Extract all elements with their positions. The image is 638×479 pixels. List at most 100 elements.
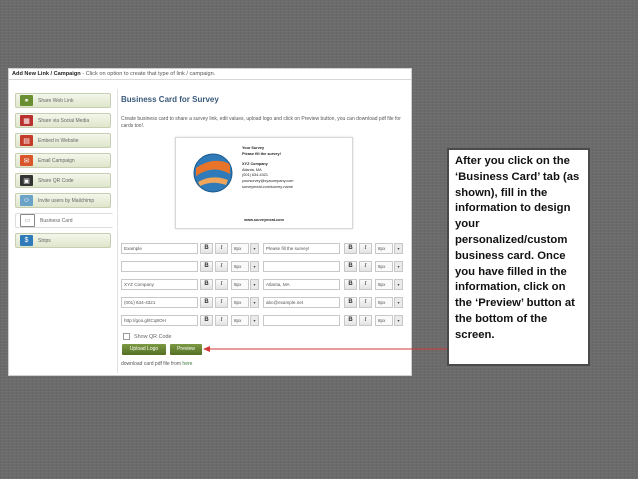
font-size-select[interactable]: 8px (375, 261, 393, 272)
sidebar-item-strips[interactable]: $ Strips (15, 233, 111, 248)
font-size-select[interactable]: 8px (375, 315, 393, 326)
download-pdf-text: download card pdf file from here (121, 361, 192, 367)
italic-button[interactable]: I (215, 261, 228, 272)
page-header: Add New Link / Campaign - Click on optio… (12, 71, 408, 77)
address-field[interactable]: Atlanta, MA (263, 279, 340, 290)
italic-button[interactable]: I (359, 297, 372, 308)
left-field-1[interactable]: Example (121, 243, 198, 254)
field-row: XYZ Company B I 8px ▾ Atlanta, MA B I 8p… (121, 279, 411, 290)
italic-button[interactable]: I (215, 315, 228, 326)
italic-button[interactable]: I (215, 297, 228, 308)
chevron-down-icon[interactable]: ▾ (394, 297, 403, 308)
sidebar-item-email-campaign[interactable]: ✉ Email Campaign (15, 153, 111, 168)
field-row: B I 8px ▾ B I 8px ▾ (121, 261, 411, 272)
mailchimp-icon: ☺ (20, 195, 33, 206)
section-title: Business Card for Survey (121, 95, 219, 104)
preview-button[interactable]: Preview (170, 344, 202, 355)
bold-button[interactable]: B (200, 243, 213, 254)
bold-button[interactable]: B (200, 297, 213, 308)
bold-button[interactable]: B (200, 315, 213, 326)
font-size-select[interactable]: 8px (375, 297, 393, 308)
sidebar-item-embed-website[interactable]: ▤ Embed in Website (15, 133, 111, 148)
card-survey-link: surveymeat.com/survey-name (242, 184, 293, 189)
survey-link-field[interactable]: http://goo.gl/tCq8OH (121, 315, 198, 326)
chevron-down-icon[interactable]: ▾ (394, 315, 403, 326)
italic-button[interactable]: I (215, 243, 228, 254)
italic-button[interactable]: I (359, 261, 372, 272)
font-size-select[interactable]: 8px (231, 315, 249, 326)
page-title: Add New Link / Campaign (12, 71, 81, 77)
social-media-icon: ▦ (20, 115, 33, 126)
chevron-down-icon[interactable]: ▾ (250, 315, 259, 326)
sidebar-item-label: Business Card (40, 217, 73, 224)
sidebar-item-share-web-link[interactable]: ⚭ Share Web Link (15, 93, 111, 108)
dollar-icon: $ (20, 235, 33, 246)
card-details: Your Survey Please fill the survey! XYZ … (242, 146, 293, 190)
right-field-1[interactable]: Please fill the survey! (263, 243, 340, 254)
show-qr-code-checkbox[interactable]: Show QR Code (123, 333, 171, 340)
bold-button[interactable]: B (344, 261, 357, 272)
font-size-select[interactable]: 8px (375, 243, 393, 254)
sidebar-item-label: Share QR Code (38, 177, 74, 184)
bold-button[interactable]: B (344, 297, 357, 308)
italic-button[interactable]: I (359, 243, 372, 254)
bold-button[interactable]: B (200, 261, 213, 272)
sidebar-item-label: Embed in Website (38, 137, 79, 144)
sidebar-item-label: Strips (38, 237, 51, 244)
instruction-callout: After you click on the ‘Business Card’ t… (447, 148, 590, 366)
chevron-down-icon[interactable]: ▾ (394, 279, 403, 290)
section-description: Create business card to share a survey l… (121, 116, 401, 129)
right-field-2[interactable] (263, 261, 340, 272)
business-card-preview: Your Survey Please fill the survey! XYZ … (175, 137, 353, 229)
main-panel: Business Card for Survey Create business… (117, 89, 406, 373)
upload-logo-button[interactable]: Upload Logo (122, 344, 166, 355)
checkbox-box[interactable] (123, 333, 130, 340)
screenshot-panel: Add New Link / Campaign - Click on optio… (8, 68, 412, 376)
chevron-down-icon[interactable]: ▾ (250, 261, 259, 272)
field-row: http://goo.gl/tCq8OH B I 8px ▾ B I 8px ▾ (121, 315, 411, 326)
bold-button[interactable]: B (344, 243, 357, 254)
download-pdf-label: download card pdf file from (121, 361, 183, 367)
phone-field[interactable]: (001) 634-4321 (121, 297, 198, 308)
chevron-down-icon[interactable]: ▾ (250, 243, 259, 254)
chevron-down-icon[interactable]: ▾ (250, 297, 259, 308)
font-size-select[interactable]: 8px (231, 261, 249, 272)
card-url: www.surveymeat.com (244, 218, 284, 222)
field-row: (001) 634-4321 B I 8px ▾ abc@example.net… (121, 297, 411, 308)
sidebar-item-label: Invite users by Mailchimp (38, 197, 95, 204)
business-card-icon: ▭ (20, 214, 35, 227)
qr-code-icon: ▣ (20, 175, 33, 186)
font-size-select[interactable]: 8px (231, 297, 249, 308)
left-field-2[interactable] (121, 261, 198, 272)
sidebar-item-share-social-media[interactable]: ▦ Share via Social Media (15, 113, 111, 128)
font-size-select[interactable]: 8px (375, 279, 393, 290)
link-icon: ⚭ (20, 95, 33, 106)
download-pdf-link[interactable]: here (182, 361, 192, 367)
sidebar-item-label: Share via Social Media (38, 117, 90, 124)
company-field[interactable]: XYZ Company (121, 279, 198, 290)
sidebar-item-label: Share Web Link (38, 97, 74, 104)
sidebar-item-label: Email Campaign (38, 157, 75, 164)
font-size-select[interactable]: 8px (231, 279, 249, 290)
font-size-select[interactable]: 8px (231, 243, 249, 254)
header-divider (9, 79, 411, 80)
bold-button[interactable]: B (344, 315, 357, 326)
chevron-down-icon[interactable]: ▾ (394, 243, 403, 254)
chevron-down-icon[interactable]: ▾ (250, 279, 259, 290)
chevron-down-icon[interactable]: ▾ (394, 261, 403, 272)
envelope-icon: ✉ (20, 155, 33, 166)
bold-button[interactable]: B (344, 279, 357, 290)
website-field[interactable] (263, 315, 340, 326)
sidebar-item-mailchimp[interactable]: ☺ Invite users by Mailchimp (15, 193, 111, 208)
show-qr-code-label: Show QR Code (134, 333, 172, 340)
sidebar-item-business-card[interactable]: ▭ Business Card (15, 213, 113, 228)
italic-button[interactable]: I (215, 279, 228, 290)
italic-button[interactable]: I (359, 279, 372, 290)
email-field[interactable]: abc@example.net (263, 297, 340, 308)
field-row: Example B I 8px ▾ Please fill the survey… (121, 243, 411, 254)
sidebar-item-share-qr-code[interactable]: ▣ Share QR Code (15, 173, 111, 188)
globe-logo-icon (193, 153, 233, 193)
embed-icon: ▤ (20, 135, 33, 146)
bold-button[interactable]: B (200, 279, 213, 290)
italic-button[interactable]: I (359, 315, 372, 326)
